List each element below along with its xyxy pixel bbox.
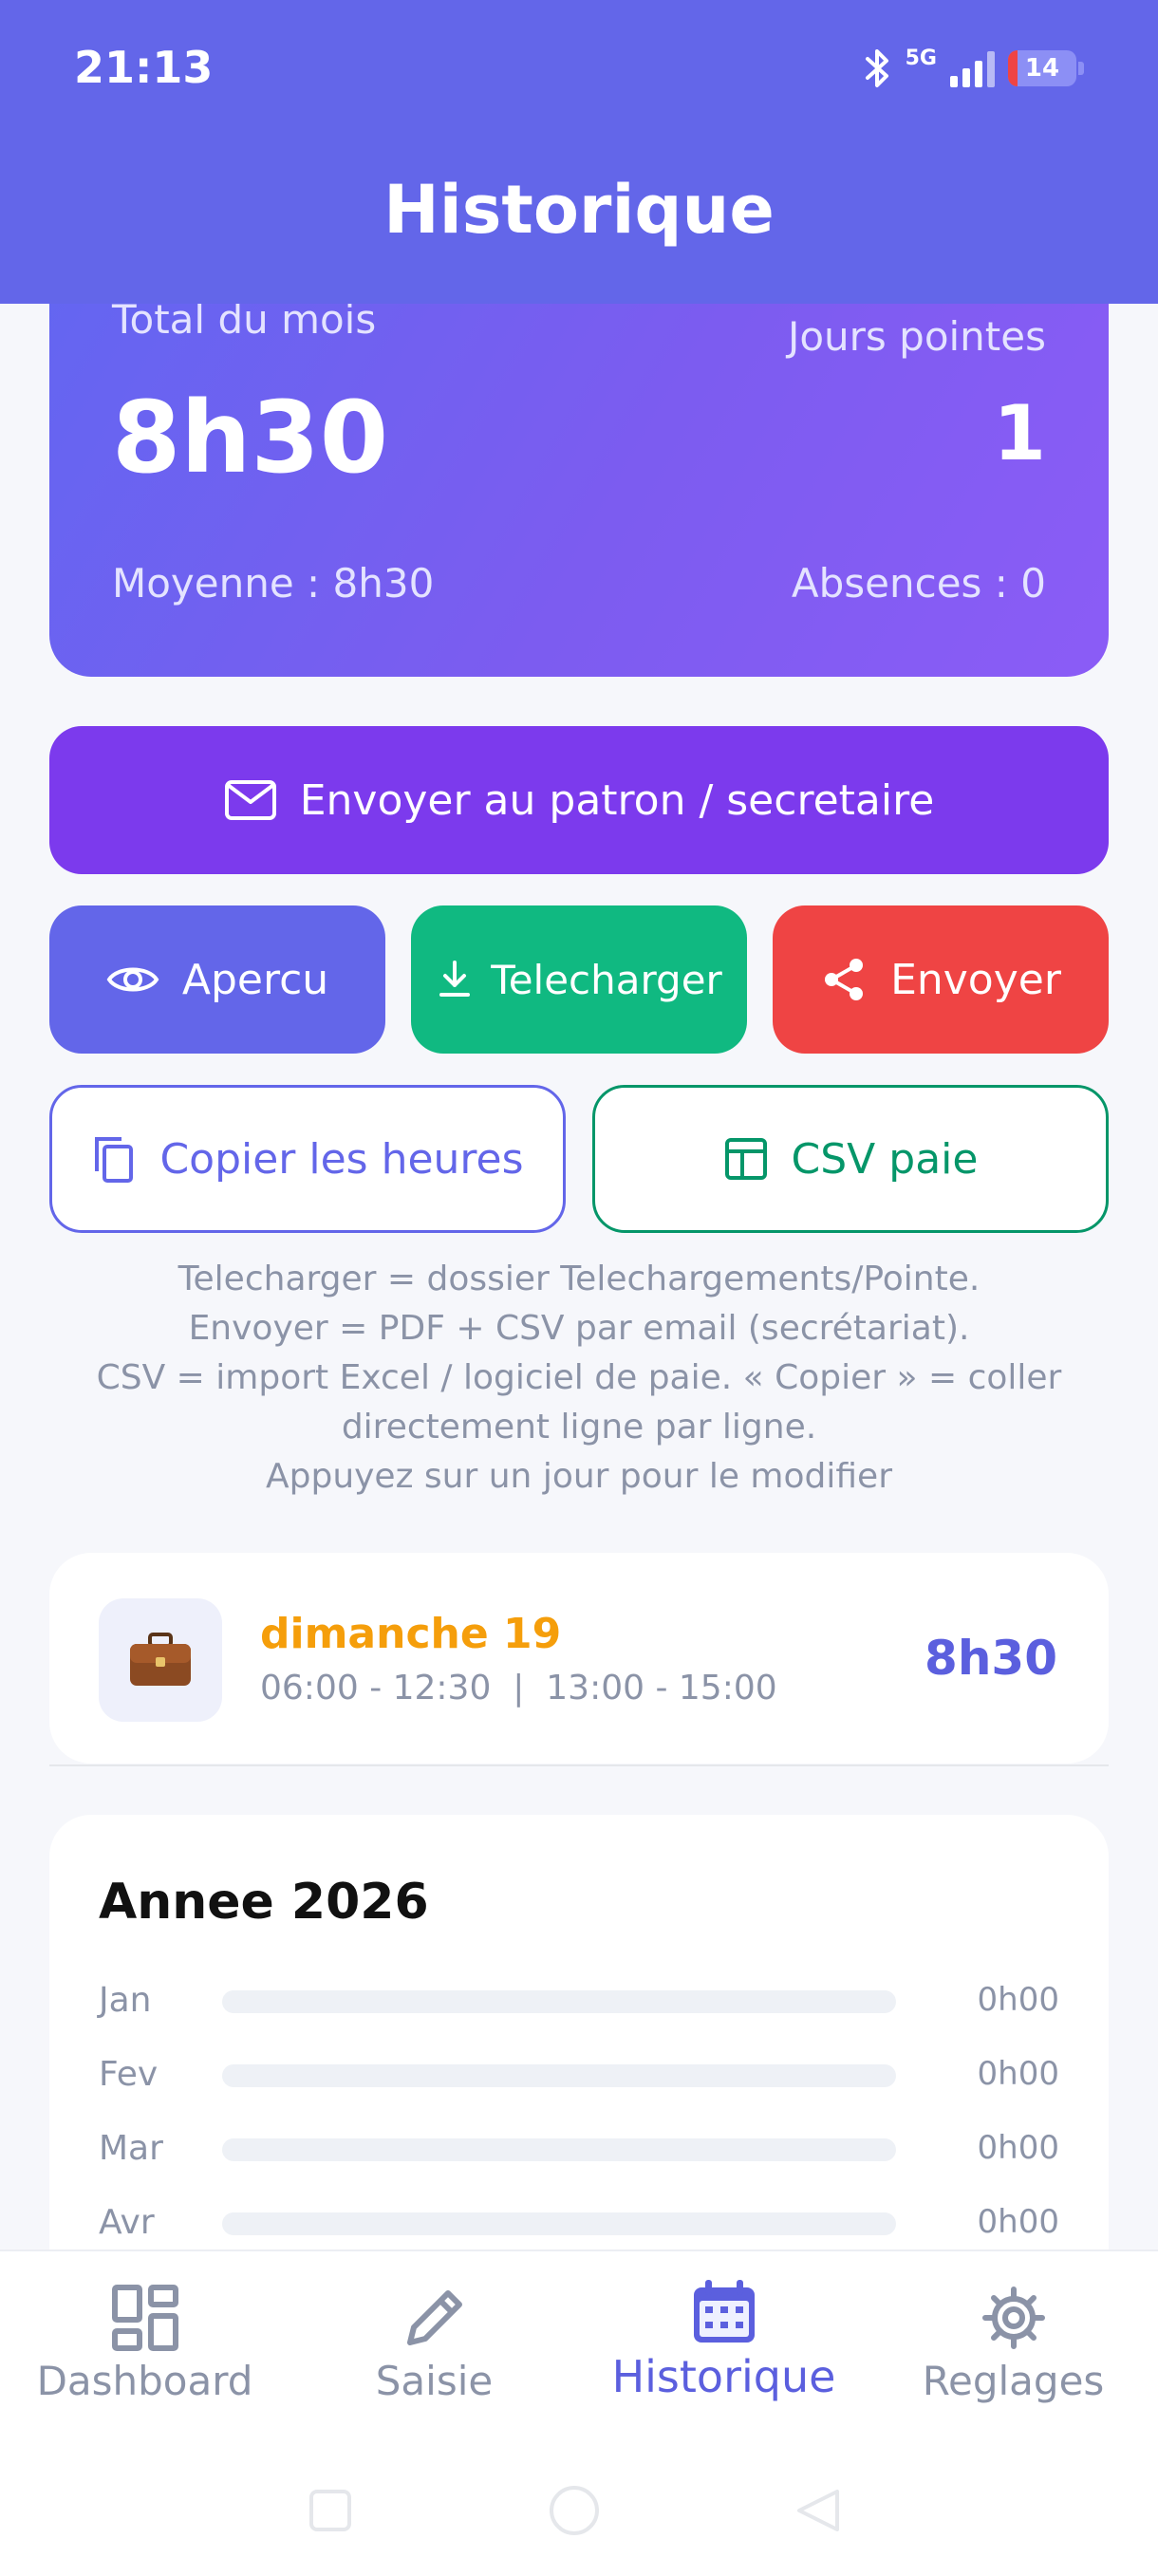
- battery-icon: 14: [1008, 50, 1084, 86]
- send-button[interactable]: Envoyer: [773, 905, 1109, 1054]
- copy-icon: [95, 1137, 134, 1183]
- month-label: Mar: [99, 2129, 163, 2168]
- year-overview-card: Annee 2026 Jan 0h00 Fev 0h00 Mar 0h00 Av…: [49, 1815, 1109, 2289]
- absences-text: Absences : 0: [791, 560, 1046, 607]
- mail-icon: [224, 780, 276, 820]
- page-title: Historique: [383, 171, 775, 249]
- nav-dashboard[interactable]: Dashboard: [0, 2251, 290, 2479]
- send-label: Envoyer: [890, 955, 1061, 1004]
- month-row: Mar 0h00: [99, 2129, 1059, 2168]
- recents-icon[interactable]: [302, 2482, 359, 2539]
- nav-historique[interactable]: Historique: [579, 2251, 868, 2479]
- month-row: Avr 0h00: [99, 2203, 1059, 2242]
- average-text: Moyenne : 8h30: [112, 560, 435, 607]
- help-line: Telecharger = dossier Telechargements/Po…: [177, 1260, 981, 1298]
- dashboard-icon: [111, 2285, 178, 2351]
- help-line: CSV = import Excel / logiciel de paie. «…: [96, 1358, 1062, 1397]
- nav-label: Historique: [611, 2351, 836, 2402]
- home-icon[interactable]: [546, 2482, 603, 2539]
- status-icons: 5G 14: [864, 40, 1084, 97]
- copy-hours-label: Copier les heures: [159, 1134, 524, 1184]
- day-name: dimanche 19: [260, 1610, 562, 1658]
- month-value: 0h00: [977, 2129, 1059, 2167]
- month-row: Fev 0h00: [99, 2055, 1059, 2094]
- gear-icon: [981, 2287, 1045, 2349]
- month-row: Jan 0h00: [99, 1981, 1059, 2020]
- copy-hours-button[interactable]: Copier les heures: [49, 1085, 566, 1233]
- month-bar: [222, 2138, 896, 2161]
- day-entry[interactable]: dimanche 19 06:00 - 12:30 | 13:00 - 15:0…: [49, 1553, 1109, 1764]
- eye-icon: [106, 967, 159, 992]
- send-to-boss-label: Envoyer au patron / secretaire: [299, 775, 935, 825]
- day-total: 8h30: [925, 1631, 1057, 1686]
- year-title: Annee 2026: [99, 1874, 429, 1931]
- csv-payroll-button[interactable]: CSV paie: [592, 1085, 1109, 1233]
- days-label: Jours pointes: [787, 313, 1046, 360]
- download-icon: [439, 961, 471, 997]
- send-to-boss-button[interactable]: Envoyer au patron / secretaire: [49, 726, 1109, 874]
- download-button[interactable]: Telecharger: [411, 905, 747, 1054]
- divider: [49, 1764, 1109, 1766]
- month-value: 0h00: [977, 2203, 1059, 2241]
- help-line: directement ligne par ligne.: [341, 1408, 817, 1447]
- nav-label: Reglages: [922, 2358, 1105, 2404]
- nav-reglages[interactable]: Reglages: [868, 2251, 1158, 2479]
- signal-icon: [950, 49, 995, 87]
- month-label: Avr: [99, 2203, 155, 2242]
- month-summary-card: Total du mois Jours pointes 8h30 1 Moyen…: [49, 247, 1109, 677]
- month-value: 0h00: [977, 2055, 1059, 2093]
- share-icon: [825, 959, 864, 1000]
- month-bar: [222, 1990, 896, 2013]
- help-text: Telecharger = dossier Telechargements/Po…: [76, 1255, 1082, 1502]
- nav-saisie[interactable]: Saisie: [290, 2251, 579, 2479]
- nav-label: Dashboard: [36, 2358, 253, 2404]
- download-label: Telecharger: [491, 956, 722, 1003]
- help-line: Appuyez sur un jour pour le modifier: [265, 1457, 893, 1496]
- month-bar: [222, 2064, 896, 2087]
- status-time: 21:13: [74, 42, 214, 93]
- network-type: 5G: [905, 47, 937, 70]
- app-header: 21:13 5G 14 Historique: [0, 0, 1158, 304]
- month-label: Jan: [99, 1981, 152, 2020]
- preview-label: Apercu: [181, 955, 329, 1004]
- briefcase-icon: [99, 1598, 222, 1722]
- table-icon: [724, 1138, 767, 1180]
- total-value: 8h30: [112, 380, 389, 495]
- day-times: 06:00 - 12:30 | 13:00 - 15:00: [260, 1669, 777, 1708]
- month-bar: [222, 2212, 896, 2235]
- back-icon[interactable]: [790, 2482, 847, 2539]
- month-label: Fev: [99, 2055, 159, 2094]
- nav-label: Saisie: [375, 2358, 494, 2404]
- bluetooth-icon: [865, 49, 888, 87]
- battery-level: 14: [1024, 54, 1060, 83]
- month-value: 0h00: [977, 1981, 1059, 2019]
- help-line: Envoyer = PDF + CSV par email (secrétari…: [188, 1309, 970, 1348]
- preview-button[interactable]: Apercu: [49, 905, 385, 1054]
- pencil-icon: [406, 2290, 462, 2345]
- csv-payroll-label: CSV paie: [791, 1134, 979, 1184]
- days-value: 1: [993, 389, 1046, 477]
- calendar-icon: [693, 2280, 755, 2343]
